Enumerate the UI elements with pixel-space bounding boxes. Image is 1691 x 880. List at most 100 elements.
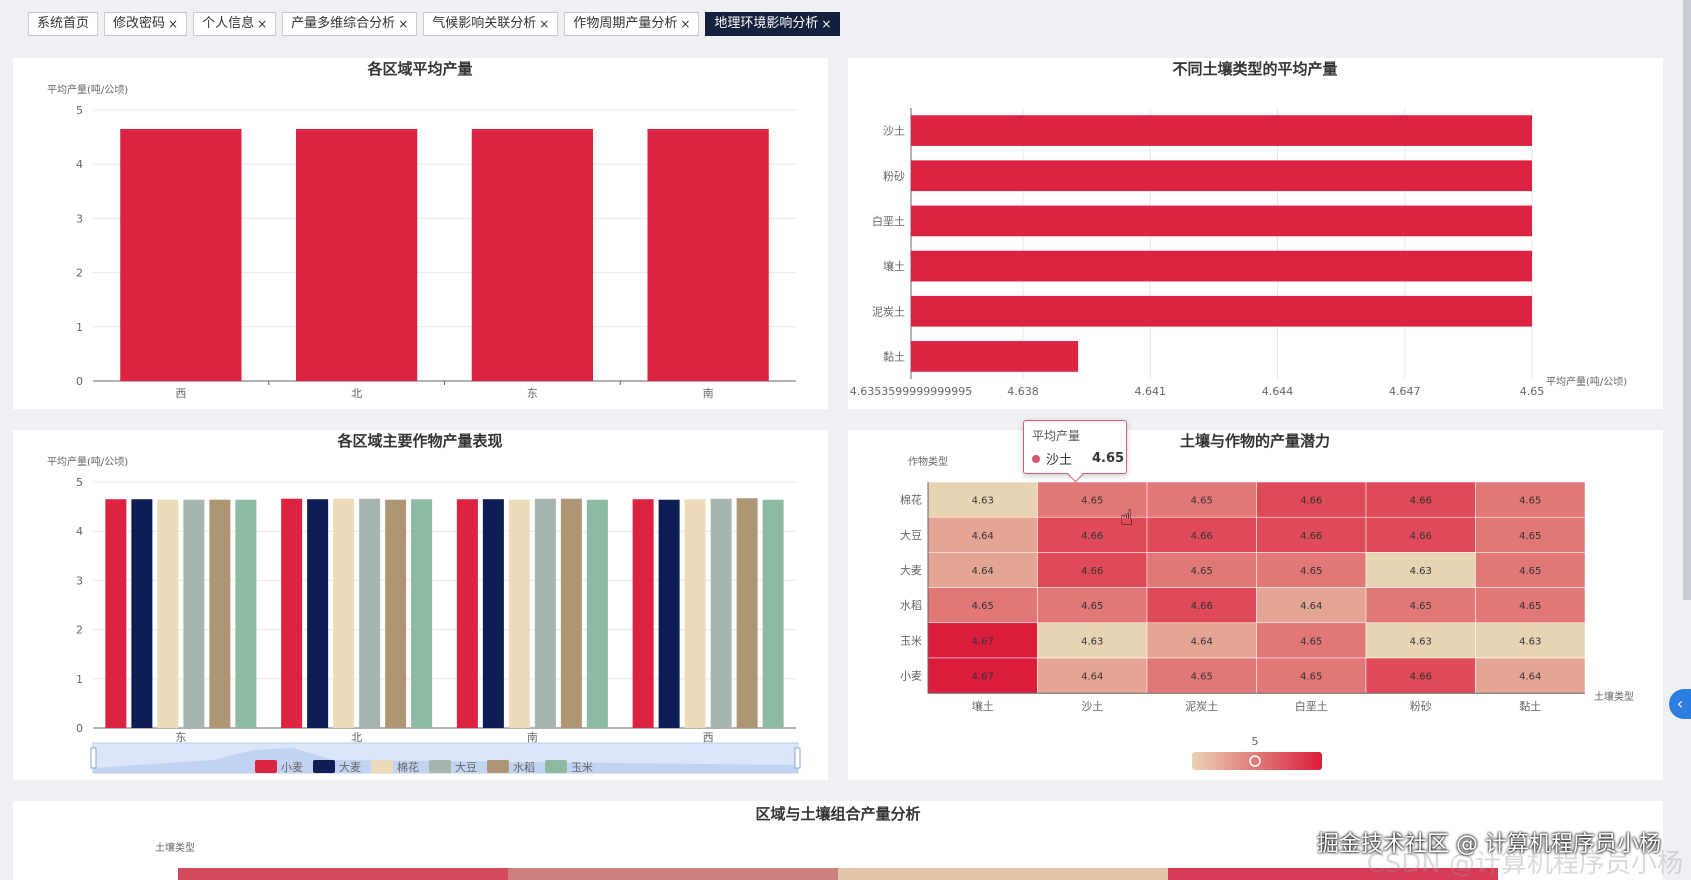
heatmap-cell xyxy=(178,868,508,880)
y-axis-label: 土壤类型 xyxy=(155,841,195,854)
heatmap-value: 4.65 xyxy=(1300,636,1322,647)
y-axis-label: 平均产量(吨/公顷) xyxy=(47,83,128,96)
x-tick-label: 北 xyxy=(351,387,362,400)
heatmap-value: 4.66 xyxy=(1300,496,1322,507)
heatmap-value: 4.63 xyxy=(1519,636,1541,647)
x-tick-label: 西 xyxy=(703,731,714,744)
tab-label: 修改密码 xyxy=(113,16,166,31)
bar xyxy=(736,498,758,728)
heatmap-value: 4.65 xyxy=(1519,601,1541,612)
bar xyxy=(131,499,153,728)
soil-crop-heatmap-panel: 土壤与作物的产量潜力 作物类型 4.63 4.65 4.65 4.66 4.66 4.65 棉花… xyxy=(848,430,1663,780)
heatmap-value: 4.66 xyxy=(1191,601,1213,612)
close-icon[interactable]: × xyxy=(257,13,267,35)
tab-label: 地理环境影响分析 xyxy=(714,16,819,31)
y-tick-label: 壤土 xyxy=(883,259,905,273)
x-tick-label: 4.641 xyxy=(1134,385,1166,398)
tooltip-value: 4.65 xyxy=(1092,451,1125,466)
y-tick-label: 小麦 xyxy=(900,670,922,683)
chart-tooltip: 平均产量 沙土 4.65 xyxy=(1023,420,1127,483)
legend-label: 大麦 xyxy=(339,760,361,774)
legend-swatch xyxy=(371,760,393,773)
tab-1[interactable]: 修改密码 × xyxy=(104,12,188,36)
heatmap-value: 4.65 xyxy=(1081,496,1103,507)
data-zoom-handle xyxy=(90,747,97,769)
bar xyxy=(560,498,582,728)
close-icon[interactable]: × xyxy=(680,13,690,35)
heatmap-value: 4.66 xyxy=(1410,672,1432,683)
chart-title: 不同土壤类型的平均产量 xyxy=(1172,60,1337,78)
bar xyxy=(333,498,355,728)
x-axis-label: 土壤类型 xyxy=(1594,690,1634,703)
legend-label: 棉花 xyxy=(397,760,419,774)
heatmap-value: 4.63 xyxy=(1081,636,1103,647)
bar xyxy=(482,499,504,728)
bar xyxy=(385,499,407,728)
bar xyxy=(281,498,303,728)
heatmap-value: 4.64 xyxy=(972,566,994,577)
visual-map-bar xyxy=(1192,752,1322,770)
x-axis-label: 平均产量(吨/公顷) xyxy=(1546,375,1627,388)
page-scrollbar[interactable] xyxy=(1683,0,1691,600)
x-tick-label: 4.65 xyxy=(1520,385,1545,398)
x-tick-label: 沙土 xyxy=(1081,700,1103,713)
region-crop-chart-panel: 各区域主要作物产量表现 平均产量(吨/公顷) 0 1 2 3 4 5 东 北 南 西小麦 大麦 棉花 大豆 水… xyxy=(13,430,828,780)
close-icon[interactable]: × xyxy=(398,13,408,35)
heatmap-value: 4.65 xyxy=(972,601,994,612)
bar xyxy=(911,295,1532,327)
y-tick-label: 大麦 xyxy=(900,563,922,577)
chevron-left-icon: ‹ xyxy=(1676,694,1684,713)
y-tick-label: 1 xyxy=(76,321,83,334)
bar xyxy=(508,499,530,728)
tab-3[interactable]: 产量多维综合分析 × xyxy=(282,12,418,36)
y-tick-label: 0 xyxy=(76,375,83,388)
soil-avg-chart: 不同土壤类型的平均产量 4.6353599999999995 4.638 4.641 4… xyxy=(850,60,1628,398)
bar xyxy=(647,128,769,381)
y-tick-label: 1 xyxy=(76,673,83,686)
visual-map-label: 5 xyxy=(1252,735,1259,748)
x-tick-label: 4.638 xyxy=(1007,385,1039,398)
bar xyxy=(911,160,1532,192)
heatmap-value: 4.67 xyxy=(972,672,994,683)
chart-title: 区域与土壤组合产量分析 xyxy=(755,805,920,823)
tab-5[interactable]: 作物周期产量分析 × xyxy=(564,12,700,36)
close-icon[interactable]: × xyxy=(168,13,178,35)
legend-swatch xyxy=(313,760,335,773)
close-icon[interactable]: × xyxy=(821,13,831,35)
y-tick-label: 白垩土 xyxy=(872,214,905,228)
tab-label: 作物周期产量分析 xyxy=(573,16,678,31)
x-tick-label: 黏土 xyxy=(1519,699,1541,713)
tab-6[interactable]: 地理环境影响分析 × xyxy=(705,12,841,36)
chart-title: 各区域平均产量 xyxy=(366,60,472,78)
heatmap-value: 4.65 xyxy=(1300,672,1322,683)
bar xyxy=(105,499,127,728)
tab-label: 气候影响关联分析 xyxy=(432,16,537,31)
tab-4[interactable]: 气候影响关联分析 × xyxy=(423,12,559,36)
bar xyxy=(235,499,257,728)
heatmap-value: 4.63 xyxy=(1410,566,1432,577)
y-axis-label: 平均产量(吨/公顷) xyxy=(47,455,128,468)
close-icon[interactable]: × xyxy=(539,13,549,35)
y-tick-label: 5 xyxy=(76,476,83,489)
heatmap-value: 4.67 xyxy=(972,636,994,647)
heatmap-value: 4.66 xyxy=(1191,531,1213,542)
legend-label: 水稻 xyxy=(513,761,535,774)
tooltip-row: 沙土 4.65 xyxy=(1032,449,1124,468)
soil-crop-heatmap: 土壤与作物的产量潜力作物类型 4.63 4.65 4.65 4.66 4.66 4.65 棉花… xyxy=(900,432,1634,770)
bar xyxy=(209,499,231,728)
bar xyxy=(534,498,556,728)
heatmap-value: 4.63 xyxy=(972,496,994,507)
tab-2[interactable]: 个人信息 × xyxy=(193,12,277,36)
tab-0[interactable]: 系统首页 xyxy=(28,12,99,36)
heatmap-value: 4.65 xyxy=(1191,672,1213,683)
x-tick-label: 4.647 xyxy=(1389,385,1421,398)
bar xyxy=(684,499,706,728)
bar xyxy=(911,341,1079,372)
side-collapse-button[interactable]: ‹ xyxy=(1669,689,1691,719)
heatmap-value: 4.65 xyxy=(1191,496,1213,507)
x-tick-label: 西 xyxy=(175,387,186,400)
x-tick-label: 壤土 xyxy=(972,699,994,713)
heatmap-value: 4.66 xyxy=(1081,566,1103,577)
y-tick-label: 0 xyxy=(76,722,83,735)
tab-bar: 系统首页 修改密码 × 个人信息 × 产量多维综合分析 × 气候影响关联分析 × 作物周期产量分析… xyxy=(28,12,841,36)
